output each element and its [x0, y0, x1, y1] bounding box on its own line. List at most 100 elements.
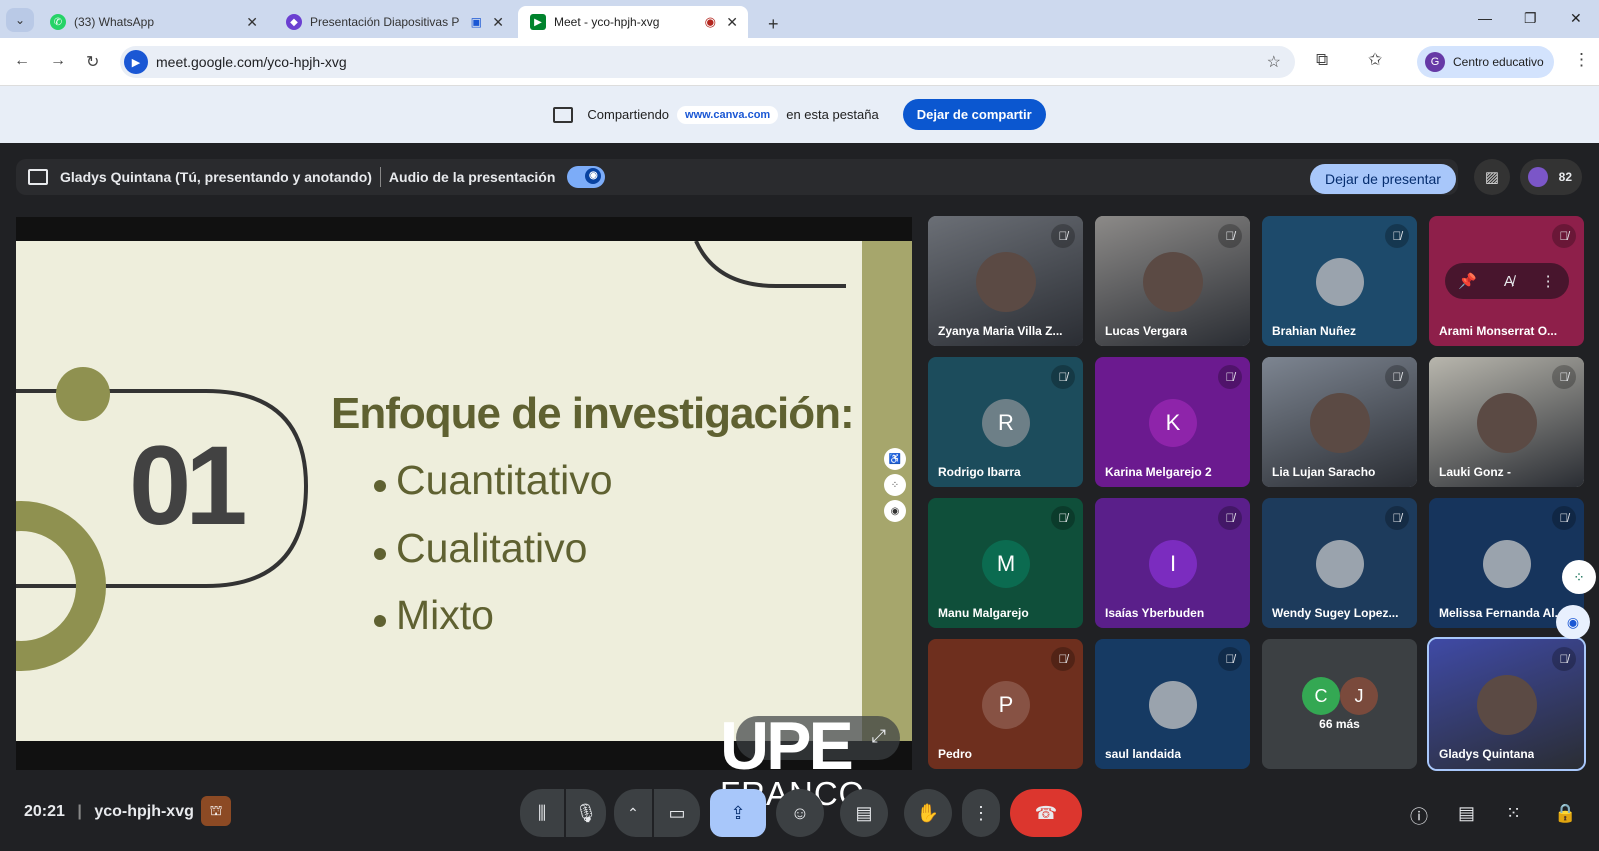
tab-meet[interactable]: ▶ Meet - yco-hpjh-xvg ◉ ✕ [518, 6, 748, 38]
assistant-chip-icon[interactable]: ◉ [1556, 605, 1590, 639]
participant-name: Rodrigo Ibarra [938, 465, 1021, 479]
info-icon[interactable]: ⓘ [1410, 803, 1428, 829]
stop-presenting-button[interactable]: Dejar de presentar [1310, 164, 1456, 194]
participant-photo [1477, 393, 1537, 453]
emoji-icon[interactable]: ☺ [776, 789, 824, 837]
chevron-up-icon[interactable]: ⌃ [614, 789, 652, 837]
pin-icon[interactable]: 📌 [1458, 272, 1477, 290]
mic-off-icon: 🎙̸ [1218, 506, 1242, 530]
participant-photo [1477, 675, 1537, 735]
participants-button[interactable]: 82 [1520, 159, 1582, 195]
participant-tile[interactable]: 🎙̸ Brahian Nuñez [1262, 216, 1417, 346]
participant-name: Isaías Yberbuden [1105, 606, 1205, 620]
close-icon[interactable]: ✕ [492, 14, 504, 31]
tab-whatsapp[interactable]: ✆ (33) WhatsApp ✕ [38, 6, 268, 38]
participant-name: Lauki Gonz - [1439, 465, 1511, 479]
participant-tile[interactable]: R 🎙̸ Rodrigo Ibarra [928, 357, 1083, 487]
participant-photo [1316, 258, 1364, 306]
back-icon[interactable]: ← [14, 52, 30, 70]
bookmark-star-icon[interactable]: ☆ [1267, 52, 1281, 72]
close-icon[interactable]: ✕ [246, 14, 258, 31]
close-icon[interactable]: ✕ [726, 14, 738, 31]
bullet-dot [374, 548, 386, 560]
participant-tile[interactable]: I 🎙̸ Isaías Yberbuden [1095, 498, 1250, 628]
participant-tile[interactable]: 🎙̸ Lucas Vergara [1095, 216, 1250, 346]
site-info-icon[interactable]: ▶ [124, 50, 148, 74]
participant-name: Gladys Quintana [1439, 747, 1535, 761]
canva-icon: ◆ [286, 14, 302, 30]
reload-icon[interactable]: ↻ [86, 52, 99, 72]
participant-tile[interactable]: C J 66 más [1262, 639, 1417, 769]
avatar: P [982, 681, 1030, 729]
raise-hand-icon[interactable]: ✋ [904, 789, 952, 837]
participant-tile[interactable]: 🎙̸ Zyanya Maria Villa Z... [928, 216, 1083, 346]
participant-name: Brahian Nuñez [1272, 324, 1357, 338]
participant-tile[interactable]: 🎙̸ Wendy Sugey Lopez... [1262, 498, 1417, 628]
presenter-bar: Gladys Quintana (Tú, presentando y anota… [16, 159, 1458, 195]
participant-tile[interactable]: 📌 A̸ ⋮ 🎙̸ Arami Monserrat O... [1429, 216, 1584, 346]
participant-tile[interactable]: 🎙̸ Lia Lujan Saracho [1262, 357, 1417, 487]
chat-icon[interactable]: ▤ [1458, 803, 1475, 824]
extensions-icon[interactable]: ⧉ [1316, 50, 1328, 70]
tab-search-button[interactable]: ⌄ [6, 8, 34, 32]
mic-off-icon: 🎙̸ [1552, 647, 1576, 671]
watermark-upe: UPE [720, 708, 854, 784]
more-vert-icon[interactable]: ⋮ [1541, 272, 1556, 290]
participant-tile[interactable]: 🎙̸ Gladys Quintana [1427, 637, 1586, 771]
apps-chip-icon[interactable]: ⁘ [1562, 560, 1596, 594]
participant-photo [1310, 393, 1370, 453]
slide-title: Enfoque de investigación: [331, 389, 855, 438]
sharing-bar: Compartiendo www.canva.com en esta pesta… [0, 86, 1599, 143]
more-options-icon[interactable]: ⋮ [962, 789, 1000, 837]
breakout-icon[interactable]: ⛫ [201, 796, 231, 826]
camera-icon[interactable]: ▭ [654, 789, 700, 837]
avatar: G [1425, 52, 1445, 72]
bookmarks-icon[interactable]: ✩ [1368, 50, 1382, 70]
mic-off-icon: 🎙̸ [1218, 224, 1242, 248]
present-screen-icon[interactable]: ⇪ [710, 789, 766, 837]
microphone-icon[interactable]: 🎙 [566, 789, 606, 837]
activities-icon[interactable]: ⁙ [1506, 803, 1521, 824]
participant-tile[interactable]: 🎙̸ saul landaida [1095, 639, 1250, 769]
apps-icon[interactable]: ⁘ [884, 474, 906, 496]
browser-tab-bar: ⌄ ✆ (33) WhatsApp ✕ ◆ Presentación Diapo… [0, 0, 1599, 38]
fullscreen-icon[interactable]: ⤢ [872, 726, 886, 747]
more-vert-icon[interactable]: ⋮ [1573, 50, 1590, 70]
mic-off-icon: 🎙̸ [1552, 224, 1576, 248]
presenter-name: Gladys Quintana (Tú, presentando y anota… [60, 169, 372, 185]
participant-name: Karina Melgarejo 2 [1105, 465, 1212, 479]
mic-off-icon: 🎙̸ [1385, 224, 1409, 248]
captions-off-icon[interactable]: A̸ [1504, 273, 1514, 290]
slide-bullet: Mixto [396, 592, 494, 638]
accessibility-icon[interactable]: ♿ [884, 448, 906, 470]
plus-icon: + [768, 13, 779, 34]
captions-off-icon[interactable]: ▨ [1474, 159, 1510, 195]
assistant-icon[interactable]: ◉ [884, 500, 906, 522]
audio-options-icon[interactable]: ⫼ [520, 789, 564, 837]
close-window-icon[interactable]: ✕ [1570, 10, 1582, 27]
tab-canva[interactable]: ◆ Presentación Diapositivas P ▣ ✕ [274, 6, 514, 38]
tab-title: Presentación Diapositivas P [310, 15, 460, 29]
bullet-dot [374, 615, 386, 627]
stop-sharing-button[interactable]: Dejar de compartir [902, 99, 1046, 130]
captions-icon[interactable]: ▤ [840, 789, 888, 837]
mic-off-icon: 🎙̸ [1051, 647, 1075, 671]
participant-tile[interactable]: M 🎙̸ Manu Malgarejo [928, 498, 1083, 628]
meeting-info: 20:21 | yco-hpjh-xvg [24, 803, 194, 821]
restore-icon[interactable]: ❐ [1524, 10, 1537, 27]
forward-icon[interactable]: → [50, 52, 66, 70]
host-controls-icon[interactable]: 🔒 [1554, 803, 1576, 824]
leave-call-icon[interactable]: ☎ [1010, 789, 1082, 837]
chevron-down-icon: ⌄ [14, 13, 26, 27]
slide: 01 Enfoque de investigación: Cuantitativ… [16, 241, 912, 741]
omnibox[interactable]: ▶ meet.google.com/yco-hpjh-xvg ☆ [120, 46, 1295, 78]
mic-off-icon: 🎙̸ [1051, 365, 1075, 389]
presentation-audio-toggle[interactable] [567, 166, 606, 188]
participant-tile[interactable]: K 🎙̸ Karina Melgarejo 2 [1095, 357, 1250, 487]
participant-tile[interactable]: 🎙̸ Lauki Gonz - [1429, 357, 1584, 487]
profile-button[interactable]: G Centro educativo [1417, 46, 1554, 78]
new-tab-button[interactable]: + [756, 8, 784, 40]
minimize-icon[interactable]: — [1478, 10, 1492, 26]
mic-off-icon: 🎙̸ [1385, 365, 1409, 389]
participant-tile[interactable]: P 🎙̸ Pedro [928, 639, 1083, 769]
